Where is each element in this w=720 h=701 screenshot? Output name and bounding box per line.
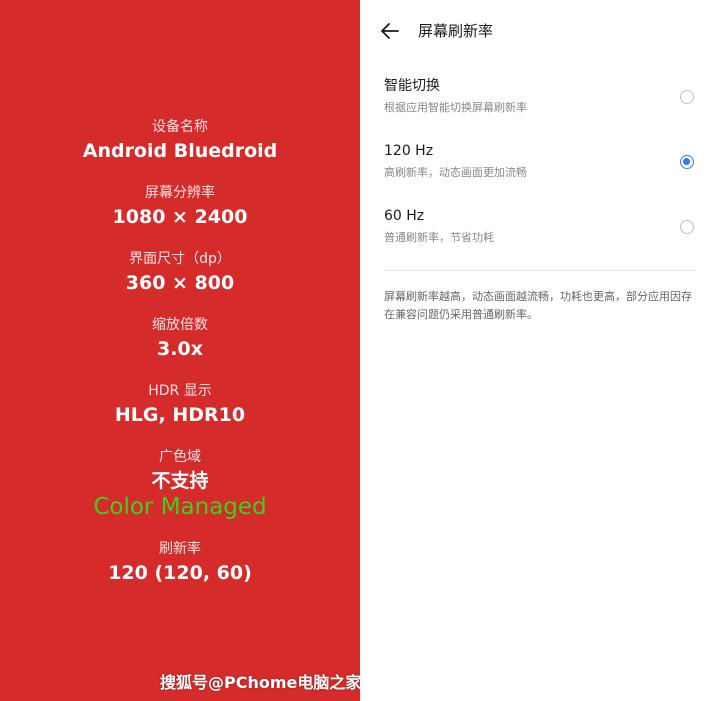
option-60hz[interactable]: 60 Hz 普通刷新率，节省功耗 xyxy=(360,206,720,262)
option-title: 60 Hz xyxy=(384,208,425,224)
device-info-panel: 设备名称 Android Bluedroid 屏幕分辨率 1080 × 2400… xyxy=(0,0,360,701)
ui-size-label: 界面尺寸（dp） xyxy=(129,251,231,267)
scale-value: 3.0x xyxy=(157,338,203,360)
ui-size-block: 界面尺寸（dp） 360 × 800 xyxy=(0,250,360,295)
arrow-left-icon xyxy=(381,23,399,39)
header: 屏幕刷新率 xyxy=(360,0,720,62)
watermark: 搜狐号@PChome电脑之家 xyxy=(160,673,362,692)
gamut-label: 广色域 xyxy=(159,449,201,465)
radio-smart-switch[interactable] xyxy=(680,90,694,104)
device-name-value: Android Bluedroid xyxy=(82,140,278,162)
resolution-block: 屏幕分辨率 1080 × 2400 xyxy=(0,184,360,229)
ui-size-value: 360 × 800 xyxy=(125,272,235,294)
resolution-value: 1080 × 2400 xyxy=(112,206,248,228)
radio-60hz[interactable] xyxy=(680,220,694,234)
gamut-value: 不支持 xyxy=(151,470,209,492)
scale-block: 缩放倍数 3.0x xyxy=(0,316,360,361)
page-title: 屏幕刷新率 xyxy=(418,22,494,40)
hdr-block: HDR 显示 HLG, HDR10 xyxy=(0,382,360,427)
divider xyxy=(384,270,696,271)
option-title: 120 Hz xyxy=(384,143,434,159)
refresh-block: 刷新率 120 (120, 60) xyxy=(0,540,360,585)
resolution-label: 屏幕分辨率 xyxy=(145,185,215,201)
option-description: 根据应用智能切换屏幕刷新率 xyxy=(384,101,527,114)
color-managed-text: Color Managed xyxy=(93,494,267,520)
device-name-label: 设备名称 xyxy=(152,119,208,135)
option-description: 普通刷新率，节省功耗 xyxy=(384,231,494,244)
refresh-label: 刷新率 xyxy=(159,541,201,557)
refresh-value: 120 (120, 60) xyxy=(108,562,252,584)
scale-label: 缩放倍数 xyxy=(152,317,208,333)
gamut-block: 广色域 不支持 Color Managed xyxy=(0,448,360,520)
option-smart-switch[interactable]: 智能切换 根据应用智能切换屏幕刷新率 xyxy=(360,76,720,132)
back-button[interactable] xyxy=(378,19,402,43)
refresh-rate-note: 屏幕刷新率越高，动态画面越流畅，功耗也更高，部分应用因存在兼容问题仍采用普通刷新… xyxy=(384,290,692,321)
option-120hz[interactable]: 120 Hz 高刷新率，动态画面更加流畅 xyxy=(360,141,720,197)
hdr-label: HDR 显示 xyxy=(148,383,212,399)
device-name-block: 设备名称 Android Bluedroid xyxy=(0,118,360,163)
hdr-value: HLG, HDR10 xyxy=(114,404,246,426)
option-title: 智能切换 xyxy=(384,78,440,94)
radio-120hz[interactable] xyxy=(680,155,694,169)
refresh-rate-settings: 屏幕刷新率 智能切换 根据应用智能切换屏幕刷新率 120 Hz 高刷新率，动态画… xyxy=(360,0,720,701)
option-description: 高刷新率，动态画面更加流畅 xyxy=(384,166,527,179)
